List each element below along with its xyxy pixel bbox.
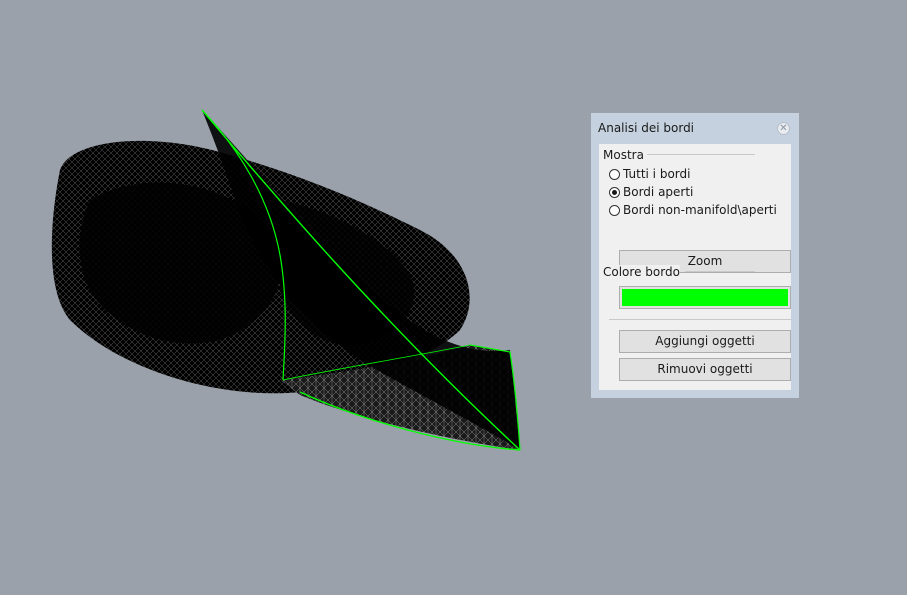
radio-nonmanifold-edges[interactable]: Bordi non-manifold\aperti — [609, 203, 777, 217]
group-divider — [647, 154, 755, 155]
separator — [609, 319, 791, 320]
close-icon[interactable]: ✕ — [777, 122, 790, 135]
panel-body: Mostra Tutti i bordi Bordi aperti Bordi … — [599, 144, 791, 390]
show-group-label: Mostra — [603, 148, 644, 162]
radio-all-edges[interactable]: Tutti i bordi — [609, 167, 690, 181]
radio-label: Bordi non-manifold\aperti — [623, 203, 777, 217]
edge-color-swatch — [622, 289, 788, 306]
group-divider — [685, 271, 755, 272]
panel-title: Analisi dei bordi — [598, 121, 695, 135]
edge-color-picker[interactable] — [619, 286, 791, 309]
radio-label: Tutti i bordi — [623, 167, 691, 181]
radio-label: Bordi aperti — [623, 185, 694, 199]
radio-button[interactable] — [609, 168, 620, 180]
remove-objects-button[interactable]: Rimuovi oggetti — [619, 358, 791, 381]
edge-color-label: Colore bordo — [603, 265, 680, 279]
edge-analysis-panel: Analisi dei bordi ✕ Mostra Tutti i bordi… — [591, 113, 799, 398]
radio-open-edges[interactable]: Bordi aperti — [609, 185, 693, 199]
radio-button[interactable] — [609, 186, 620, 198]
add-objects-button[interactable]: Aggiungi oggetti — [619, 330, 791, 353]
radio-button[interactable] — [609, 204, 620, 216]
